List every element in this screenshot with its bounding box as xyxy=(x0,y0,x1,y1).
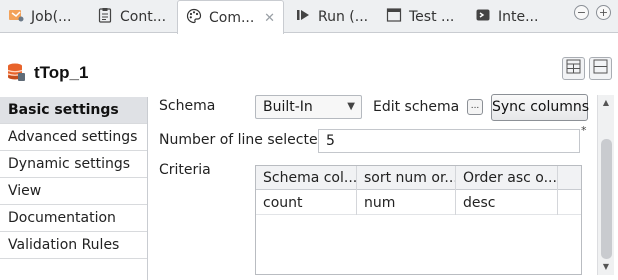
schema-select-value: Built-In xyxy=(263,99,313,115)
tab-integration[interactable]: Inte... xyxy=(467,0,557,33)
scroll-down-icon[interactable]: ▼ xyxy=(598,259,614,275)
job-icon xyxy=(8,7,24,27)
sidenav-item-view[interactable]: View xyxy=(0,178,147,205)
component-header: tTop_1 xyxy=(0,34,618,94)
scrollbar-thumb[interactable] xyxy=(601,139,612,259)
sidenav-item-documentation[interactable]: Documentation xyxy=(0,205,147,232)
column-header-sort-num[interactable]: sort num or... xyxy=(357,166,455,190)
maximize-icon[interactable]: + xyxy=(596,5,611,20)
edit-schema-label: Edit schema xyxy=(373,99,460,115)
column-header-schema[interactable]: Schema col... xyxy=(256,166,356,190)
grid-layout-icon xyxy=(566,59,581,78)
required-marker: * xyxy=(581,124,587,137)
tab-label: Test ... xyxy=(409,8,455,25)
num-lines-label: Number of line selected xyxy=(159,132,327,148)
tab-component[interactable]: Com... ✕ xyxy=(177,0,284,34)
sync-columns-button[interactable]: Sync columns xyxy=(491,94,589,121)
table-row[interactable]: count num desc xyxy=(256,191,581,215)
criteria-label: Criteria xyxy=(159,162,211,178)
sidenav-item-dynamic-settings[interactable]: Dynamic settings xyxy=(0,151,147,178)
schema-label: Schema xyxy=(159,98,216,114)
stacked-layout-icon xyxy=(593,59,608,78)
cell-order[interactable]: desc xyxy=(456,191,557,215)
column-header-order[interactable]: Order asc o... xyxy=(456,166,557,190)
test-window-icon xyxy=(386,7,402,27)
tab-label: Inte... xyxy=(498,8,539,25)
minimize-icon[interactable]: − xyxy=(574,5,589,20)
close-icon[interactable]: ✕ xyxy=(264,11,275,26)
stacked-layout-button[interactable] xyxy=(589,57,612,80)
run-icon xyxy=(295,7,311,27)
sidenav-item-validation-rules[interactable]: Validation Rules xyxy=(0,232,147,259)
cell-sort-num[interactable]: num xyxy=(357,191,455,215)
tab-label: Job(... xyxy=(31,8,72,25)
tab-job[interactable]: Job(... xyxy=(0,0,85,33)
column-divider xyxy=(356,166,357,215)
grid-layout-button[interactable] xyxy=(562,57,585,80)
settings-nav: Basic settings Advanced settings Dynamic… xyxy=(0,97,148,280)
tab-label: Run (... xyxy=(318,8,369,25)
integration-icon xyxy=(475,7,491,27)
column-divider xyxy=(557,166,558,215)
clipboard-icon xyxy=(97,7,113,27)
vertical-scrollbar[interactable]: ▲ ▼ xyxy=(597,95,614,275)
scroll-up-icon[interactable]: ▲ xyxy=(598,95,614,111)
criteria-table[interactable]: Schema col... sort num or... Order asc o… xyxy=(255,165,582,275)
sidenav-item-advanced-settings[interactable]: Advanced settings xyxy=(0,124,147,151)
chevron-down-icon: ▼ xyxy=(347,101,355,112)
schema-select[interactable]: Built-In ▼ xyxy=(255,95,362,119)
tab-run[interactable]: Run (... xyxy=(287,0,377,33)
tab-label: Cont... xyxy=(120,8,167,25)
edit-schema-button[interactable]: ... xyxy=(467,99,483,115)
column-divider xyxy=(455,166,456,215)
sidenav-item-basic-settings[interactable]: Basic settings xyxy=(0,97,147,124)
table-header: Schema col... sort num or... Order asc o… xyxy=(256,166,581,190)
tab-test[interactable]: Test ... xyxy=(378,0,466,33)
tab-label: Com... xyxy=(209,9,255,26)
cell-schema-column[interactable]: count xyxy=(256,191,356,215)
component-title: tTop_1 xyxy=(34,63,89,82)
tab-bar: Job(... Cont... Com... ✕ Run (... Test .… xyxy=(0,0,618,34)
palette-icon xyxy=(186,8,202,28)
database-component-icon xyxy=(6,62,26,86)
tab-contexts[interactable]: Cont... xyxy=(89,0,177,33)
num-lines-input[interactable]: 5 xyxy=(318,129,580,153)
